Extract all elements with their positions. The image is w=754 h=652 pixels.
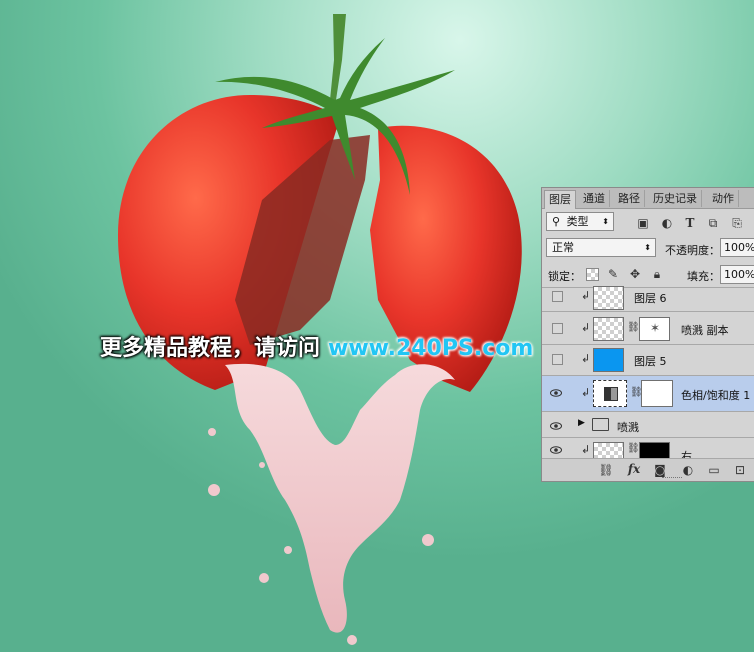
add-mask-icon[interactable]: ◙ (652, 462, 668, 478)
layer-thumbnail (593, 286, 624, 310)
link-layers-icon[interactable]: ⛓ (598, 462, 614, 478)
image-filter-icon[interactable]: ▣ (635, 215, 651, 231)
adjustment-thumbnail (593, 380, 627, 407)
blend-row: 正常 ⬍ 不透明度： 100% (542, 235, 754, 261)
clip-arrow-icon: ↲ (581, 386, 591, 399)
folder-icon (592, 418, 609, 431)
chevron-down-icon: ⬍ (602, 217, 609, 226)
milk-drop (347, 635, 357, 645)
filter-label: 类型 (566, 215, 589, 228)
layer-name[interactable]: 图层 6 (634, 290, 667, 306)
layer-name[interactable]: 色相/饱和度 1 (681, 387, 750, 403)
lock-transparent-icon[interactable] (586, 268, 599, 281)
opacity-label: 不透明度： (665, 244, 720, 257)
opacity-input[interactable]: 100% (720, 238, 754, 257)
layer-mask-thumbnail (641, 380, 673, 407)
tab-layers[interactable]: 图层 (544, 190, 576, 209)
smart-object-filter-icon[interactable]: ⎘ (729, 215, 745, 231)
layers-panel: 图层 通道 路径 历史记录 动作 ⚲ 类型 ⬍ ▣ ◐ T ⧉ ⎘ 正常 ⬍ 不… (541, 187, 754, 482)
shape-filter-icon[interactable]: ⧉ (705, 215, 721, 231)
visibility-toggle[interactable] (552, 323, 563, 334)
eye-icon[interactable] (550, 420, 562, 432)
layer-row-selected[interactable]: ↲ ⛓ 色相/饱和度 1 (542, 376, 754, 412)
layer-name[interactable]: 图层 5 (634, 353, 667, 369)
visibility-toggle[interactable] (552, 354, 563, 365)
watermark-text: 更多精品教程，请访问 (100, 336, 321, 361)
eye-icon[interactable] (550, 444, 562, 456)
milk-drop (259, 462, 265, 468)
milk-drop (208, 484, 220, 496)
fx-icon[interactable]: fx (626, 461, 642, 477)
watermark-url: www.240PS.com (328, 336, 534, 361)
chain-link-icon[interactable]: ⛓ (627, 443, 640, 454)
watermark: 更多精品教程，请访问 www.240PS.com (100, 330, 533, 362)
group-row[interactable]: ▶ 喷溅 (542, 414, 754, 438)
tab-channels[interactable]: 通道 (579, 190, 610, 207)
fill-input[interactable]: 100% (720, 265, 754, 284)
text-filter-icon[interactable]: T (682, 215, 698, 231)
milk-drop (422, 534, 434, 546)
milk-drop (284, 546, 292, 554)
eye-icon[interactable] (550, 387, 562, 399)
clip-arrow-icon: ↲ (581, 289, 591, 302)
layer-thumbnail (593, 317, 624, 341)
panel-footer: ⛓ fx ◙ ◐ ▭ ⊡ (542, 458, 754, 481)
lock-label: 锁定： (548, 270, 581, 283)
layer-thumbnail (593, 348, 624, 372)
group-name[interactable]: 喷溅 (617, 419, 639, 435)
fill-label: 填充： (687, 270, 720, 283)
search-icon: ⚲ (552, 215, 561, 228)
layer-name[interactable]: 喷溅 副本 (681, 322, 729, 338)
new-group-icon[interactable]: ▭ (706, 462, 722, 478)
hue-saturation-icon (604, 387, 618, 401)
milk-splash (225, 363, 455, 633)
lock-all-icon[interactable]: 🔒︎ (649, 266, 665, 282)
tab-actions[interactable]: 动作 (708, 190, 739, 207)
clip-arrow-icon: ↲ (581, 443, 591, 456)
milk-drop (259, 573, 269, 583)
adjustment-filter-icon[interactable]: ◐ (659, 215, 675, 231)
tab-paths[interactable]: 路径 (614, 190, 645, 207)
filter-dropdown[interactable]: ⚲ 类型 ⬍ (546, 212, 614, 231)
visibility-toggle[interactable] (552, 291, 563, 302)
layer-row[interactable]: ↲ 图层 5 (542, 345, 754, 376)
lock-paint-icon[interactable]: ✎ (605, 266, 621, 282)
layer-row[interactable]: ↲ 图层 6 (542, 284, 754, 312)
milk-drop (208, 428, 216, 436)
chain-link-icon[interactable]: ⛓ (627, 322, 640, 333)
clip-arrow-icon: ↲ (581, 352, 591, 365)
expand-arrow-icon[interactable]: ▶ (578, 418, 585, 428)
layer-mask-thumbnail: ✶ (639, 317, 670, 341)
panel-tabs: 图层 通道 路径 历史记录 动作 (542, 188, 754, 209)
chevron-down-icon: ⬍ (644, 243, 651, 252)
layer-row[interactable]: ↲ ⛓ 右 (542, 438, 754, 460)
new-layer-icon[interactable]: ⊡ (732, 462, 748, 478)
adjustment-layer-icon[interactable]: ◐ (680, 462, 696, 478)
filter-row: ⚲ 类型 ⬍ ▣ ◐ T ⧉ ⎘ (542, 209, 754, 235)
clip-arrow-icon: ↲ (581, 321, 591, 334)
tab-history[interactable]: 历史记录 (649, 190, 702, 207)
tomato-stem (330, 14, 346, 100)
blend-mode-dropdown[interactable]: 正常 ⬍ (546, 238, 656, 257)
layer-row[interactable]: ↲ ⛓ ✶ 喷溅 副本 (542, 314, 754, 345)
blend-mode-value: 正常 (552, 241, 574, 254)
resize-grip[interactable] (662, 477, 682, 480)
lock-move-icon[interactable]: ✥ (627, 266, 643, 282)
